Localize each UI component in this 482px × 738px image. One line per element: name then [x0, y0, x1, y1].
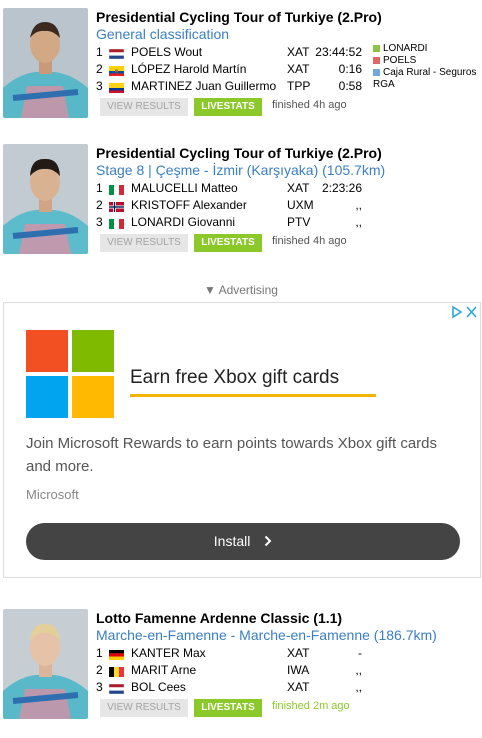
livestats-button[interactable]: LIVESTATS — [194, 234, 262, 252]
finished-status: finished 4h ago — [272, 235, 347, 247]
chevron-right-icon — [264, 524, 272, 561]
view-results-button[interactable]: VIEW RESULTS — [100, 234, 188, 252]
legend-item: LONARDI — [373, 43, 477, 55]
result-row: 3 MARTINEZ Juan Guillermo TPP 0:58 — [96, 79, 362, 96]
result-position: 3 — [96, 79, 103, 93]
result-row: 1 MALUCELLI Matteo XAT 2:23:26 — [96, 181, 362, 198]
jersey-legend: LONARDI POELS Caja Rural - Seguros RGA — [373, 43, 477, 91]
advertisement[interactable]: Earn free Xbox gift cards Join Microsoft… — [3, 302, 481, 578]
microsoft-logo-icon — [26, 330, 114, 418]
flag-italy-icon — [109, 184, 124, 195]
legend-item: POELS — [373, 55, 477, 67]
rider-name[interactable]: KANTER Max — [131, 646, 206, 660]
race-title[interactable]: Presidential Cycling Tour of Turkiye (2.… — [96, 9, 382, 25]
livestats-button[interactable]: LIVESTATS — [194, 98, 262, 116]
flag-norway-icon — [109, 201, 124, 212]
ad-choices-icon[interactable] — [450, 305, 478, 319]
flag-netherlands-icon — [108, 48, 125, 60]
ad-brand[interactable]: Microsoft — [26, 487, 79, 502]
rider-name[interactable]: BOL Cees — [131, 680, 186, 694]
result-row: 1 KANTER Max XAT - — [96, 646, 362, 663]
result-row: 3 BOL Cees XAT ,, — [96, 680, 362, 697]
finished-status: finished 4h ago — [272, 99, 347, 111]
flag-netherlands-icon — [108, 683, 125, 695]
flag-germany-icon — [109, 649, 124, 660]
result-time: ,, — [355, 215, 362, 229]
ad-body-text[interactable]: Join Microsoft Rewards to earn points to… — [26, 432, 466, 478]
finished-status: finished 2m ago — [272, 700, 350, 712]
team-code[interactable]: PTV — [287, 215, 310, 229]
result-position: 1 — [96, 45, 103, 59]
race-title[interactable]: Lotto Famenne Ardenne Classic (1.1) — [96, 610, 342, 626]
team-code[interactable]: IWA — [287, 663, 309, 677]
legend-swatch — [373, 45, 380, 52]
result-position: 1 — [96, 646, 103, 660]
team-code[interactable]: UXM — [287, 198, 314, 212]
rider-name[interactable]: KRISTOFF Alexander — [131, 198, 247, 212]
flag-ecuador-icon — [109, 65, 124, 76]
rider-name[interactable]: LÓPEZ Harold Martín — [131, 62, 246, 76]
view-results-button[interactable]: VIEW RESULTS — [100, 699, 188, 717]
result-row: 1 POELS Wout XAT 23:44:52 — [96, 45, 362, 62]
legend-swatch — [373, 69, 380, 76]
team-code[interactable]: XAT — [287, 181, 309, 195]
legend-label[interactable]: POELS — [383, 55, 416, 66]
rider-photo[interactable] — [3, 144, 88, 254]
team-code[interactable]: XAT — [287, 646, 309, 660]
legend-item: Caja Rural - Seguros RGA — [373, 67, 477, 91]
ad-headline[interactable]: Earn free Xbox gift cards — [130, 367, 339, 389]
livestats-button[interactable]: LIVESTATS — [194, 699, 262, 717]
result-row: 2 MARIT Arne IWA ,, — [96, 663, 362, 680]
advertising-label[interactable]: ▼ Advertising — [0, 283, 482, 297]
race-title[interactable]: Presidential Cycling Tour of Turkiye (2.… — [96, 145, 382, 161]
flag-colombia-icon — [109, 82, 124, 93]
legend-swatch — [373, 57, 380, 64]
result-position: 3 — [96, 215, 103, 229]
result-position: 3 — [96, 680, 103, 694]
result-time: ,, — [355, 680, 362, 694]
race-subtitle[interactable]: Marche-en-Famenne - Marche-en-Famenne (1… — [96, 627, 437, 643]
result-time: ,, — [355, 198, 362, 212]
result-row: 3 LONARDI Giovanni PTV ,, — [96, 215, 362, 232]
rider-name[interactable]: MARIT Arne — [131, 663, 196, 677]
legend-label[interactable]: LONARDI — [383, 43, 427, 54]
rider-photo[interactable] — [3, 609, 88, 719]
install-button[interactable]: Install — [26, 523, 460, 560]
rider-name[interactable]: LONARDI Giovanni — [131, 215, 235, 229]
flag-belgium-icon — [109, 666, 124, 677]
view-results-button[interactable]: VIEW RESULTS — [100, 98, 188, 116]
result-position: 1 — [96, 181, 103, 195]
result-time: 23:44:52 — [315, 45, 362, 59]
result-position: 2 — [96, 62, 103, 76]
result-time: - — [358, 646, 362, 660]
team-code[interactable]: XAT — [287, 680, 309, 694]
team-code[interactable]: XAT — [287, 62, 309, 76]
result-position: 2 — [96, 198, 103, 212]
result-time: 0:16 — [338, 62, 362, 76]
result-position: 2 — [96, 663, 103, 677]
rider-photo[interactable] — [3, 8, 88, 118]
result-row: 2 LÓPEZ Harold Martín XAT 0:16 — [96, 62, 362, 79]
result-time: ,, — [355, 663, 362, 677]
team-code[interactable]: TPP — [287, 79, 310, 93]
race-subtitle[interactable]: Stage 8 | Çeşme - İzmir (Karşıyaka) (105… — [96, 162, 385, 178]
team-code[interactable]: XAT — [287, 45, 309, 59]
race-subtitle[interactable]: General classification — [96, 26, 229, 42]
result-time: 2:23:26 — [321, 181, 362, 195]
flag-italy-icon — [109, 218, 124, 229]
ad-headline-underline — [130, 394, 376, 397]
install-button-label: Install — [213, 533, 251, 549]
result-row: 2 KRISTOFF Alexander UXM ,, — [96, 198, 362, 215]
result-time: 0:58 — [338, 79, 362, 93]
rider-name[interactable]: MARTINEZ Juan Guillermo — [131, 79, 276, 93]
legend-label[interactable]: Caja Rural - Seguros RGA — [373, 67, 476, 90]
rider-name[interactable]: MALUCELLI Matteo — [131, 181, 238, 195]
rider-name[interactable]: POELS Wout — [131, 45, 202, 59]
